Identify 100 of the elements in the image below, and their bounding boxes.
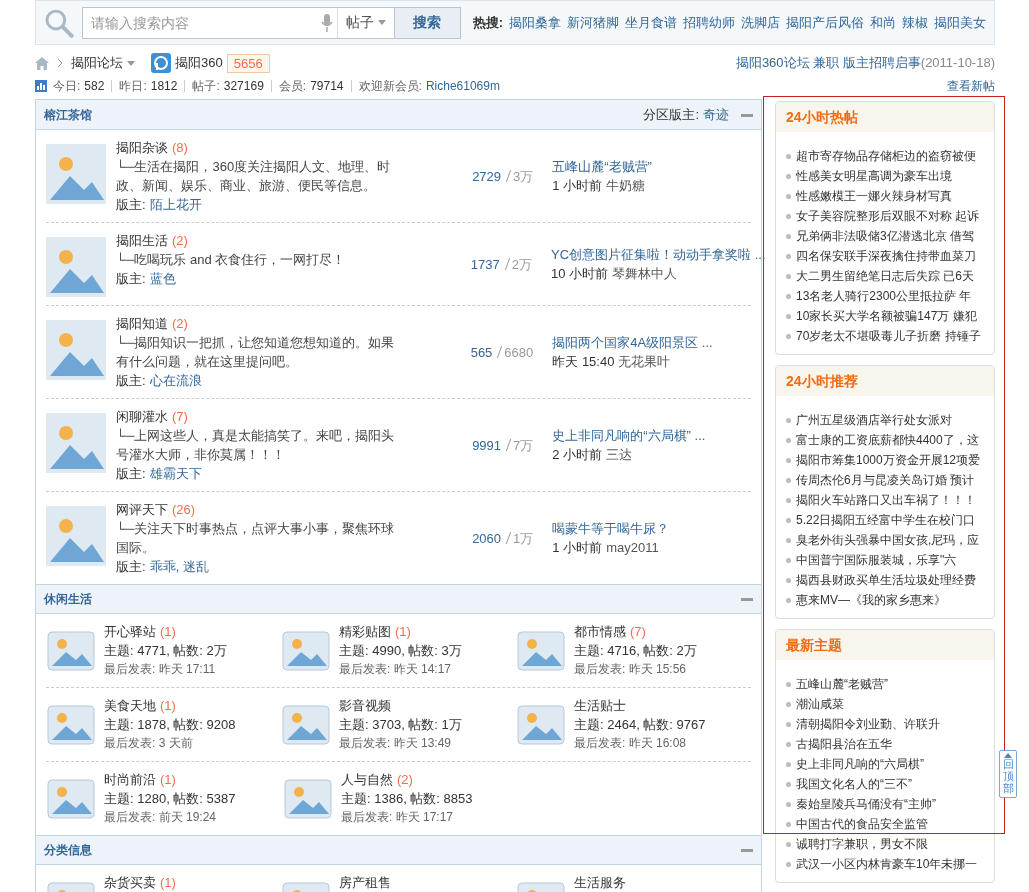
forum-name-link[interactable]: 网评天下	[116, 500, 168, 519]
moderator-link[interactable]: 心在流浪	[149, 373, 202, 388]
forum-name-link[interactable]: 揭阳杂谈	[116, 138, 168, 157]
topic-link[interactable]: 揭阳火车站路口又出车祸了！！！	[796, 491, 976, 509]
member-link[interactable]: Riche61069m	[425, 77, 500, 95]
topic-link[interactable]: 13名老人骑行2300公里抵拉萨 年	[796, 287, 972, 305]
topic-link[interactable]: 超市寄存物品存储柜边的盗窃被便	[796, 147, 976, 165]
topic-link[interactable]: 臭老外街头强暴中国女孩,尼玛，应	[796, 531, 980, 549]
hot-search-link[interactable]: 招聘幼师	[683, 12, 735, 33]
moderator-link[interactable]: 陌上花开	[149, 197, 202, 212]
topic-link[interactable]: 史上非同凡响的“六局棋”	[796, 755, 924, 773]
moderator-link[interactable]: 雄霸天下	[149, 466, 202, 481]
topic-link[interactable]: 潮汕咸菜	[796, 695, 844, 713]
bullet-icon	[786, 841, 791, 847]
topic-link[interactable]: 揭西县财政买单生活垃圾处理经费	[796, 571, 976, 589]
forum-name-link[interactable]: 人与自然	[341, 770, 393, 789]
topic-link[interactable]: 中国古代的食品安全监管	[796, 815, 928, 833]
topic-link[interactable]: 广州五星级酒店举行处女派对	[796, 411, 952, 429]
topic-link[interactable]: 大二男生留绝笔日志后失踪 已6天	[796, 267, 974, 285]
post-count: 2万	[511, 255, 532, 274]
last-poster-link[interactable]: 琴舞林中人	[612, 264, 678, 283]
forum-image	[46, 413, 106, 473]
moderator-label: 版主:	[116, 559, 146, 574]
topic-link[interactable]: 揭阳市筹集1000万资金开展12项爱	[796, 451, 981, 469]
hot-search-link[interactable]: 揭阳产后风俗	[786, 12, 864, 33]
moderator-link[interactable]: 蓝色	[149, 271, 176, 286]
moderator-link[interactable]: 奇迹	[703, 104, 729, 125]
forum-name-link[interactable]: 揭阳生活	[116, 231, 168, 250]
last-post-link[interactable]: 揭阳两个国家4A级阳景区 ...	[552, 335, 713, 350]
topic-link[interactable]: 诚聘打字兼职，男女不限	[796, 835, 928, 853]
home-icon	[35, 56, 49, 70]
new-count: (7)	[630, 623, 646, 641]
topic-link[interactable]: 传周杰伦6月与昆凌关岛订婚 预计	[796, 471, 974, 489]
forum-name-link[interactable]: 杂货买卖	[104, 873, 156, 892]
topic-link[interactable]: 五峰山麓“老贼营”	[796, 675, 888, 693]
topic-link[interactable]: 中国普宁国际服装城，乐享"六	[796, 551, 957, 569]
thread-count: 2729	[472, 167, 502, 186]
moderator-label: 版主:	[116, 197, 146, 212]
topic-link[interactable]: 富士康的工资底薪都快4400了，这	[796, 431, 979, 449]
hot-search-link[interactable]: 揭阳美女	[934, 12, 986, 33]
last-poster-link[interactable]: 牛奶糖	[606, 176, 646, 195]
search-box[interactable]: 请输入搜索内容 帖子 搜索	[81, 6, 461, 39]
forum-name-link[interactable]: 都市情感	[574, 622, 626, 641]
last-post-time: 最后发表: 昨天 16:08	[574, 735, 688, 752]
last-post-time: 最后发表: 昨天 14:17	[339, 661, 453, 678]
last-post-link[interactable]: 史上非同凡响的“六局棋” ...	[552, 428, 706, 443]
forum-name-link[interactable]: 生活贴士	[574, 696, 626, 715]
topic-link[interactable]: 女子美容院整形后双眼不对称 起诉	[796, 207, 980, 225]
topic-link[interactable]: 秦始皇陵兵马俑没有“主帅”	[796, 795, 936, 813]
forum-name-link[interactable]: 时尚前沿	[104, 770, 156, 789]
forum-name-link[interactable]: 房产租售	[339, 873, 391, 892]
topic-link[interactable]: 5.22日揭阳五经富中学生在校门口	[796, 511, 976, 529]
last-poster-link[interactable]: 无花果叶	[618, 352, 671, 371]
forum-name-link[interactable]: 闲聊灌水	[116, 407, 168, 426]
forum-name-link[interactable]: 开心驿站	[104, 622, 156, 641]
thread-count: 2060	[472, 529, 502, 548]
topic-link[interactable]: 武汉一小区内林肯豪车10年未挪一	[796, 855, 978, 873]
last-poster-link[interactable]: 三达	[606, 445, 633, 464]
forum-stats: 主题: 1878, 帖数: 9208	[104, 716, 236, 734]
bullet-icon	[786, 721, 791, 727]
last-post-link[interactable]: 喝蒙牛等于喝牛尿？	[552, 521, 670, 536]
topic-link[interactable]: 清朝揭阳令刘业勤、许联升	[796, 715, 940, 733]
topic-link[interactable]: 四名保安联手深夜擒住持带血菜刀	[796, 247, 976, 265]
last-post-time: 最后发表: 昨天 13:49	[339, 735, 453, 752]
topic-link[interactable]: 我国文化名人的“三不”	[796, 775, 912, 793]
last-poster-link[interactable]: may2011	[606, 538, 659, 557]
hot-search-link[interactable]: 新河猪脚	[567, 12, 619, 33]
last-post-link[interactable]: 五峰山麓“老贼营”	[552, 159, 652, 174]
hot-search-link[interactable]: 揭阳桑拿	[509, 12, 561, 33]
forum-name-link[interactable]: 影音视频	[339, 696, 391, 715]
site-link[interactable]: 揭阳360	[175, 53, 223, 73]
hot-search-link[interactable]: 和尚	[870, 12, 896, 33]
bullet-icon	[786, 761, 791, 767]
forum-image	[46, 506, 106, 566]
moderator-link[interactable]: 乖乖, 迷乱	[149, 559, 209, 574]
hot-search-link[interactable]: 辣椒	[902, 12, 928, 33]
scope-dropdown[interactable]: 帖子	[336, 7, 394, 38]
last-post-time: 最后发表: 前天 19:24	[104, 809, 218, 826]
forum-name-link[interactable]: 美食天地	[104, 696, 156, 715]
new-posts-link[interactable]: 查看新帖	[947, 77, 995, 95]
notice-link[interactable]: 揭阳360论坛 兼职 版主招聘启事	[735, 53, 921, 73]
last-post-time: 最后发表: 昨天 15:56	[574, 661, 688, 678]
new-count: (1)	[395, 623, 411, 641]
hot-search-link[interactable]: 坐月食谱	[625, 12, 677, 33]
search-button[interactable]: 搜索	[393, 7, 460, 38]
topic-link[interactable]: 性感美女明星高调为豪车出境	[796, 167, 952, 185]
topic-link[interactable]: 古揭阳县治在五华	[796, 735, 892, 753]
forum-name-link[interactable]: 生活服务	[574, 873, 626, 892]
bullet-icon	[786, 681, 791, 687]
forum-name-link[interactable]: 揭阳知道	[116, 314, 168, 333]
topic-link[interactable]: 70岁老太不堪吸毒儿子折磨 持锤子	[796, 327, 981, 345]
topic-link[interactable]: 兄弟俩非法吸储3亿潜逃北京 借驾	[796, 227, 974, 245]
breadcrumb-link[interactable]: 揭阳论坛	[71, 53, 123, 73]
topic-link[interactable]: 性感嫩模王一娜火辣身材写真	[796, 187, 952, 205]
forum-name-link[interactable]: 精彩贴图	[339, 622, 391, 641]
hot-search-link[interactable]: 洗脚店	[741, 12, 780, 33]
last-post-link[interactable]: YC创意图片征集啦！动动手拿奖啦 ...	[551, 247, 766, 262]
topic-link[interactable]: 惠来MV—《我的家乡惠来》	[796, 591, 946, 609]
back-to-top-button[interactable]: 回顶部	[999, 750, 1017, 798]
topic-link[interactable]: 10家长买大学名额被骗147万 嫌犯	[796, 307, 977, 325]
